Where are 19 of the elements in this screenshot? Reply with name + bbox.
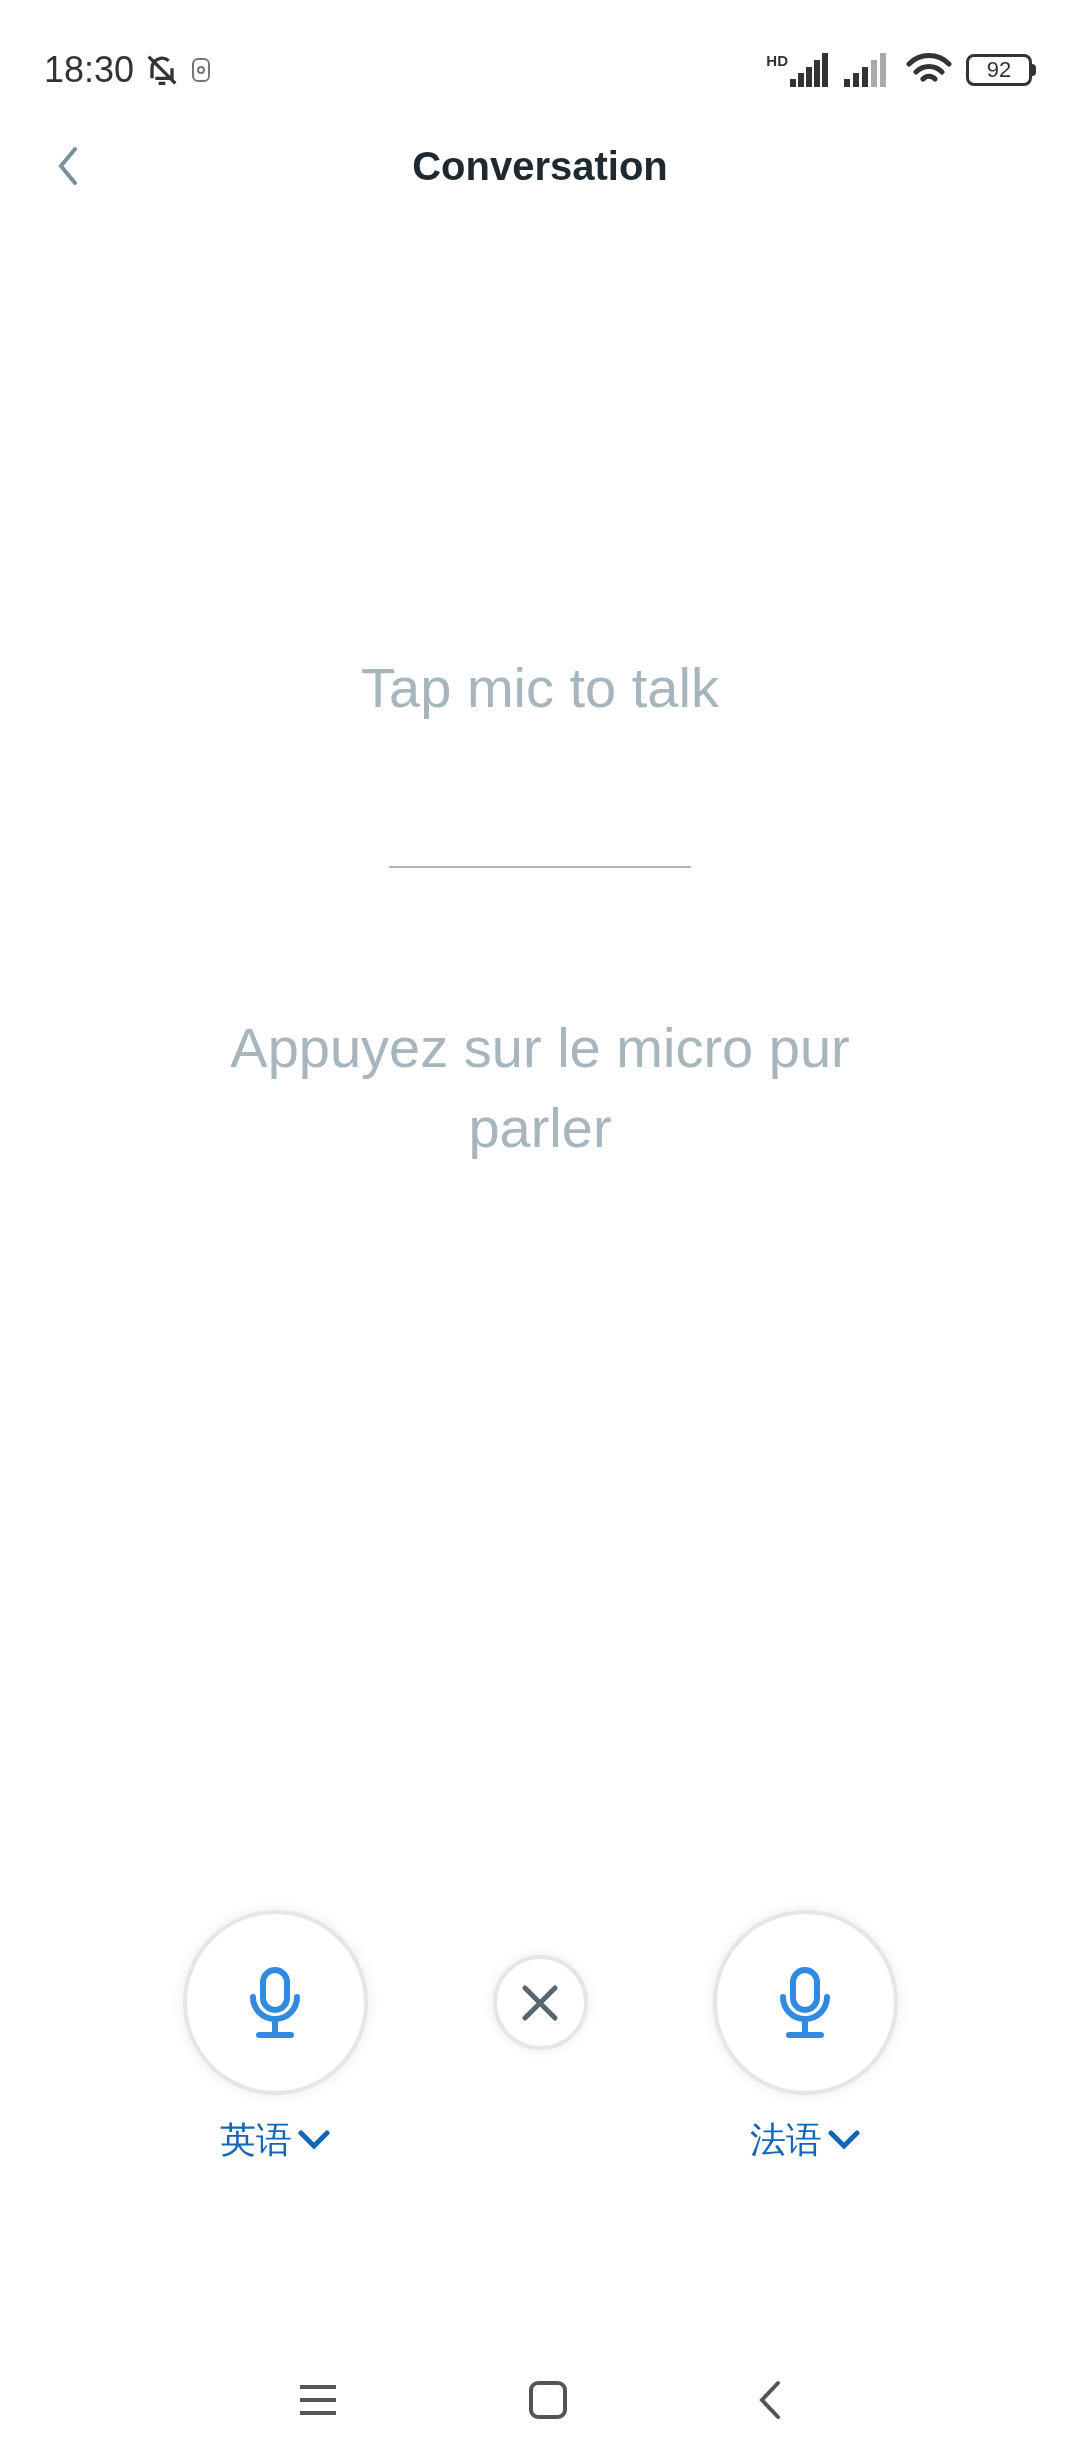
back-icon[interactable] xyxy=(758,2380,782,2420)
notification-icon xyxy=(190,56,213,84)
microphone-icon xyxy=(779,1966,831,2039)
language-selector[interactable]: 法语 xyxy=(750,2113,860,2167)
chevron-down-icon xyxy=(298,2130,330,2150)
page-title: Conversation xyxy=(412,143,668,190)
signal-icon xyxy=(790,53,830,87)
target-prompt: Appuyez sur le micro pur parler xyxy=(229,1015,851,1161)
back-icon xyxy=(57,146,79,186)
home-icon[interactable] xyxy=(528,2380,568,2420)
microphone-icon xyxy=(249,1966,301,2039)
language-selector[interactable]: 英语 xyxy=(220,2113,330,2167)
network-type-label: HD xyxy=(766,53,788,68)
status-time: 18:30 xyxy=(44,48,135,92)
battery-level: 92 xyxy=(986,59,1012,81)
close-icon xyxy=(521,1983,559,2022)
menu-icon[interactable] xyxy=(298,2384,338,2416)
chevron-down-icon xyxy=(828,2130,860,2150)
source-prompt: Tap mic to talk xyxy=(360,655,720,721)
